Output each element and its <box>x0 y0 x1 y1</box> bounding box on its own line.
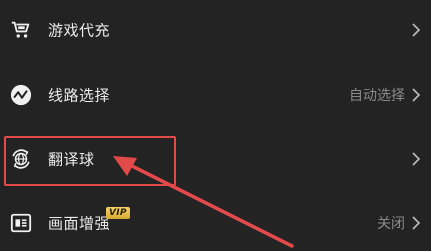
route-icon <box>10 84 32 106</box>
chevron-right-icon <box>412 152 421 166</box>
chevron-right-icon <box>412 216 421 230</box>
menu-item-value: 关闭 <box>377 216 405 232</box>
menu-item-value: 自动选择 <box>349 88 405 104</box>
chevron-right-icon <box>412 88 421 102</box>
annotation-highlight-box <box>4 136 176 186</box>
menu-item-game-topup[interactable]: 游戏代充 <box>0 2 431 58</box>
settings-menu: 游戏代充 线路选择 自动选择 翻译球 画面增强 VIP 关闭 <box>0 0 431 251</box>
menu-item-route-select[interactable]: 线路选择 自动选择 <box>0 67 431 123</box>
cart-icon <box>11 21 30 38</box>
screen-icon <box>10 213 32 233</box>
chevron-right-icon <box>412 23 421 37</box>
menu-item-label: 画面增强 <box>48 214 111 233</box>
menu-item-label: 游戏代充 <box>48 21 111 40</box>
menu-item-image-enhance[interactable]: 画面增强 VIP 关闭 <box>0 195 431 251</box>
menu-item-label: 线路选择 <box>48 86 111 105</box>
vip-badge: VIP <box>106 207 130 219</box>
